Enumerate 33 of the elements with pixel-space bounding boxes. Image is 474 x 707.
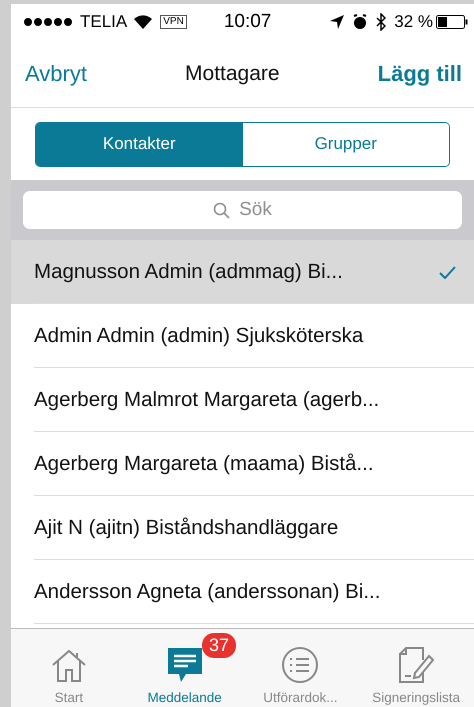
vpn-indicator: VPN xyxy=(160,15,187,29)
chat-icon xyxy=(166,646,204,684)
bluetooth-icon xyxy=(376,13,386,31)
contact-name: Ajit N (ajitn) Biståndshandläggare xyxy=(34,516,338,540)
cancel-button[interactable]: Avbryt xyxy=(25,60,87,86)
list-icon xyxy=(281,646,320,684)
search-icon xyxy=(212,202,230,219)
document-pencil-icon xyxy=(397,646,436,684)
contact-name: Andersson Agneta (anderssonan) Bi... xyxy=(34,580,380,604)
signal-icon xyxy=(23,17,75,27)
contact-row[interactable]: Magnusson Admin (admmag) Bi... xyxy=(11,240,474,304)
unread-count: 37 xyxy=(202,633,236,658)
contact-name: Agerberg Margareta (maama) Bistå... xyxy=(34,452,374,476)
carrier-name: TELIA xyxy=(80,12,128,32)
tab-bar-item[interactable]: Meddelande 37 xyxy=(126,629,242,707)
checkmark-icon xyxy=(439,266,456,278)
add-button[interactable]: Lägg till xyxy=(378,60,462,86)
contact-name: Magnusson Admin (admmag) Bi... xyxy=(34,260,343,284)
tab-bar-item[interactable]: Start xyxy=(11,629,127,707)
wifi-icon xyxy=(134,15,152,29)
contact-name: Admin Admin (admin) Sjuksköterska xyxy=(34,324,364,348)
tab-bar-item[interactable]: Signeringslista xyxy=(358,629,474,707)
home-icon xyxy=(50,648,88,684)
status-time: 10:07 xyxy=(224,11,272,33)
battery-icon xyxy=(436,15,468,29)
contact-name: Agerberg Malmrot Margareta (agerb... xyxy=(34,388,380,412)
search-field[interactable]: Sök xyxy=(23,191,462,229)
battery-percent: 32 % xyxy=(394,12,433,32)
tab-bar-item[interactable]: Utförardok... xyxy=(242,629,358,707)
alarm-icon xyxy=(352,14,368,30)
location-icon xyxy=(330,15,344,29)
segment-tab[interactable]: Kontakter xyxy=(36,122,242,166)
screen-title: Mottagare xyxy=(185,62,280,86)
